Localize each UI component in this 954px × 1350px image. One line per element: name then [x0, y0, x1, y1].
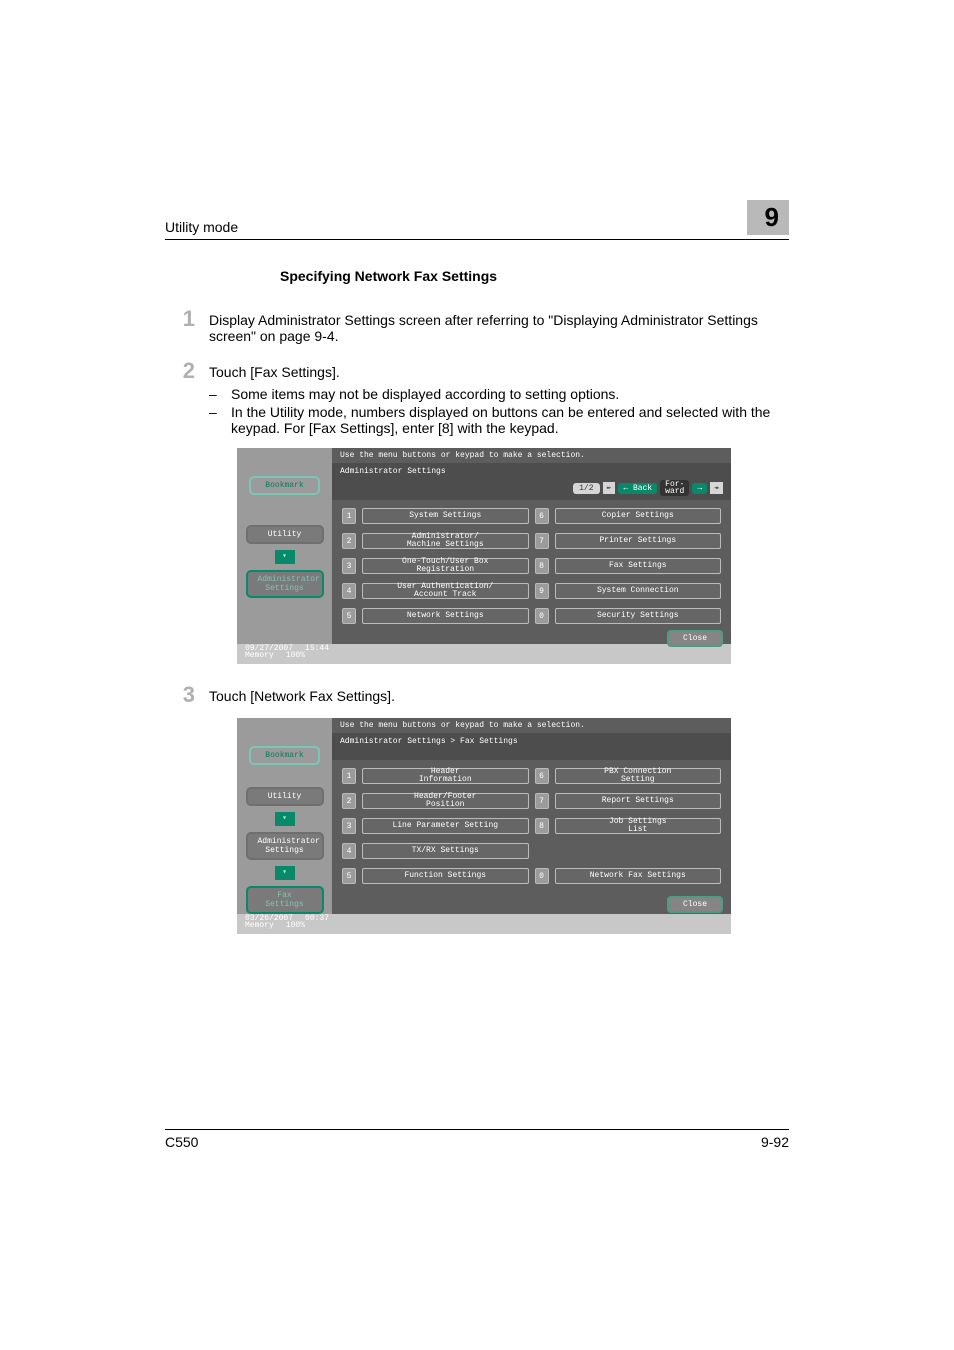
opt-num-6[interactable]: 6 [535, 768, 549, 784]
ss1-memory-pct: 100% [286, 651, 305, 660]
forward-button[interactable]: → [692, 483, 707, 494]
opt-num-0[interactable]: 0 [535, 868, 549, 884]
printer-settings-button[interactable]: Printer Settings [555, 533, 722, 549]
ss2-sidebar: Bookmark Utility ▾ Administrator Setting… [237, 718, 332, 914]
admin-settings-button[interactable]: Administrator Settings [246, 570, 324, 598]
ss1-breadcrumb: Administrator Settings [340, 467, 723, 476]
opt-num-0[interactable]: 0 [535, 608, 549, 624]
opt-num-8[interactable]: 8 [535, 558, 549, 574]
step-1-number: 1 [165, 306, 205, 332]
header-utility-mode: Utility mode [165, 219, 238, 235]
ss1-hint: Use the menu buttons or keypad to make a… [332, 448, 731, 463]
utility-button[interactable]: Utility [246, 525, 324, 544]
step-2-bullet-2: In the Utility mode, numbers displayed o… [231, 404, 789, 436]
tx-rx-settings-button[interactable]: TX/RX Settings [362, 843, 529, 859]
opt-num-4[interactable]: 4 [342, 583, 356, 599]
forward-arrow-icon[interactable]: ↠ [710, 482, 723, 494]
ss2-memory-label: Memory [245, 921, 274, 930]
footer-model: C550 [165, 1134, 198, 1150]
opt-num-5[interactable]: 5 [342, 608, 356, 624]
step-2-number: 2 [165, 358, 205, 384]
pager: 1/2 [573, 483, 599, 494]
section-title: Specifying Network Fax Settings [280, 268, 789, 284]
function-settings-button[interactable]: Function Settings [362, 868, 529, 884]
bullet-dash: – [209, 386, 231, 402]
pbx-connection-button[interactable]: PBX Connection Setting [555, 768, 722, 784]
chapter-number: 9 [747, 200, 789, 235]
forward-label: For- ward [660, 480, 689, 496]
screenshot-admin-settings: Bookmark Utility ▾ Administrator Setting… [237, 448, 731, 664]
opt-num-1[interactable]: 1 [342, 768, 356, 784]
ss2-breadcrumb: Administrator Settings > Fax Settings [340, 737, 723, 746]
back-button[interactable]: ← Back [618, 483, 657, 494]
opt-num-7[interactable]: 7 [535, 533, 549, 549]
onetouch-userbox-button[interactable]: One-Touch/User Box Registration [362, 558, 529, 574]
network-settings-button[interactable]: Network Settings [362, 608, 529, 624]
ss1-time: 15:44 [305, 644, 329, 653]
ss1-sidebar: Bookmark Utility ▾ Administrator Setting… [237, 448, 332, 644]
opt-num-5[interactable]: 5 [342, 868, 356, 884]
down-arrow-icon: ▾ [275, 550, 295, 564]
ss2-time: 00:37 [305, 914, 329, 923]
step-3-text: Touch [Network Fax Settings]. [205, 682, 789, 704]
step-3-number: 3 [165, 682, 205, 708]
opt-num-8[interactable]: 8 [535, 818, 549, 834]
opt-num-9[interactable]: 9 [535, 583, 549, 599]
header-footer-position-button[interactable]: Header/Footer Position [362, 793, 529, 809]
step-2: 2 Touch [Fax Settings]. – Some items may… [165, 358, 789, 438]
opt-num-4[interactable]: 4 [342, 843, 356, 859]
back-arrow-icon[interactable]: ↞ [603, 482, 616, 494]
ss2-hint: Use the menu buttons or keypad to make a… [332, 718, 731, 733]
footer-page-number: 9-92 [761, 1134, 789, 1150]
admin-settings-button[interactable]: Administrator Settings [246, 832, 324, 860]
close-button[interactable]: Close [667, 630, 723, 647]
bookmark-tab[interactable]: Bookmark [249, 476, 319, 495]
job-settings-list-button[interactable]: Job Settings List [555, 818, 722, 834]
report-settings-button[interactable]: Report Settings [555, 793, 722, 809]
down-arrow-icon: ▾ [275, 866, 295, 880]
security-settings-button[interactable]: Security Settings [555, 608, 722, 624]
system-connection-button[interactable]: System Connection [555, 583, 722, 599]
opt-num-7[interactable]: 7 [535, 793, 549, 809]
header-info-button[interactable]: Header Information [362, 768, 529, 784]
utility-button[interactable]: Utility [246, 787, 324, 806]
ss1-memory-label: Memory [245, 651, 274, 660]
user-auth-button[interactable]: User Authentication/ Account Track [362, 583, 529, 599]
opt-num-3[interactable]: 3 [342, 558, 356, 574]
admin-machine-settings-button[interactable]: Administrator/ Machine Settings [362, 533, 529, 549]
close-button[interactable]: Close [667, 896, 723, 913]
step-2-text: Touch [Fax Settings]. [209, 364, 789, 380]
opt-num-6[interactable]: 6 [535, 508, 549, 524]
bookmark-tab[interactable]: Bookmark [249, 746, 319, 765]
step-2-bullet-1: Some items may not be displayed accordin… [231, 386, 789, 402]
network-fax-settings-button[interactable]: Network Fax Settings [555, 868, 722, 884]
opt-num-3[interactable]: 3 [342, 818, 356, 834]
page-header: Utility mode 9 [165, 200, 789, 240]
system-settings-button[interactable]: System Settings [362, 508, 529, 524]
bullet-dash: – [209, 404, 231, 436]
ss2-memory-pct: 100% [286, 921, 305, 930]
page-footer: C550 9-92 [165, 1129, 789, 1150]
copier-settings-button[interactable]: Copier Settings [555, 508, 722, 524]
fax-settings-button[interactable]: Fax Settings [555, 558, 722, 574]
opt-num-2[interactable]: 2 [342, 793, 356, 809]
line-parameter-button[interactable]: Line Parameter Setting [362, 818, 529, 834]
fax-settings-nav-button[interactable]: Fax Settings [246, 886, 324, 914]
down-arrow-icon: ▾ [275, 812, 295, 826]
screenshot-fax-settings: Bookmark Utility ▾ Administrator Setting… [237, 718, 731, 934]
step-1-text: Display Administrator Settings screen af… [205, 306, 789, 344]
opt-num-1[interactable]: 1 [342, 508, 356, 524]
opt-num-2[interactable]: 2 [342, 533, 356, 549]
step-3: 3 Touch [Network Fax Settings]. [165, 682, 789, 708]
step-1: 1 Display Administrator Settings screen … [165, 306, 789, 344]
